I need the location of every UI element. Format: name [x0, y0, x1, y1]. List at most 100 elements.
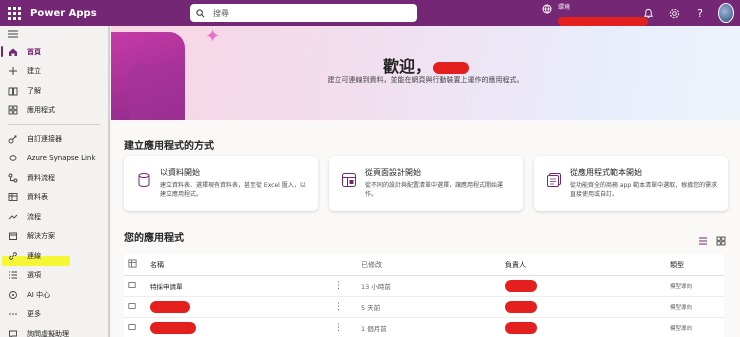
model-app-icon	[128, 281, 136, 291]
app-type: 模型導向	[670, 326, 693, 332]
more-actions-icon[interactable]: ⋮	[334, 281, 343, 291]
table-row[interactable]: 特採申請單 ⋮ 13 小時前 模型導向	[124, 276, 724, 297]
redacted-app-name[interactable]	[150, 301, 190, 313]
sidebar-item-label: 更多	[27, 310, 41, 319]
card-title: 從頁面設計開始	[365, 168, 421, 177]
help-icon[interactable]: ?	[692, 3, 708, 23]
link-icon	[8, 251, 18, 261]
grid-view-icon[interactable]	[716, 231, 726, 250]
card-title: 以資料開始	[160, 168, 200, 177]
main-content: ✦ 歡迎， 建立可連線到資料，並能在網頁與行動裝置上運作的應用程式。 建立應用程…	[111, 26, 740, 337]
synapse-icon	[8, 153, 18, 163]
table-row[interactable]: ⋮ 1 個月前 模型導向	[124, 318, 724, 337]
avatar[interactable]	[718, 3, 734, 23]
more-icon	[8, 309, 18, 319]
more-actions-icon[interactable]: ⋮	[334, 302, 343, 312]
column-header-owner[interactable]: 負責人	[505, 260, 526, 270]
model-app-icon	[128, 302, 136, 312]
sidebar-item-dataflows[interactable]: 資料流程	[0, 168, 108, 188]
column-header-type[interactable]: 類型	[670, 260, 684, 270]
app-type: 模型導向	[670, 284, 693, 290]
sparkle-icon: ✦	[205, 26, 221, 47]
dataflow-icon	[8, 173, 18, 183]
hamburger-icon[interactable]	[0, 26, 108, 42]
nav-divider	[8, 124, 100, 125]
page-design-icon	[342, 173, 356, 187]
app-modified: 13 小時前	[361, 283, 391, 291]
top-bar: Power Apps 搜尋 環境 ?	[0, 0, 740, 26]
sidebar-item-label: 流程	[27, 212, 41, 221]
sidebar-item-label: 連線	[27, 251, 41, 260]
redacted-owner	[505, 322, 537, 334]
sidebar-item-more[interactable]: 更多	[0, 305, 108, 325]
list-view-icon[interactable]	[698, 231, 708, 250]
database-icon	[138, 173, 150, 188]
sidebar-item-tables[interactable]: 資料表	[0, 188, 108, 208]
sidebar-item-learn[interactable]: 了解	[0, 81, 108, 101]
plus-icon	[8, 66, 18, 76]
sidebar-item-label: 資料表	[27, 193, 48, 202]
column-header-modified[interactable]: 已修改	[361, 260, 382, 270]
model-app-icon	[128, 323, 136, 333]
column-header-name[interactable]: 名稱	[150, 260, 164, 270]
sidebar-item-flows[interactable]: 流程	[0, 207, 108, 227]
environment-icon	[542, 4, 552, 14]
sidebar-item-label: 自訂連接器	[27, 134, 62, 143]
redacted-app-name[interactable]	[150, 322, 196, 334]
sidebar-item-label: Azure Synapse Link	[27, 154, 96, 163]
redacted-owner	[505, 280, 537, 292]
card-start-with-page-design[interactable]: 從頁面設計開始 從不同的設計與配置清單中選擇，讓應用程式開始運作。	[329, 156, 523, 211]
book-icon	[8, 86, 18, 96]
card-title: 從應用程式範本開始	[570, 168, 642, 177]
card-start-with-template[interactable]: 從應用程式範本開始 從功能齊全的商務 app 範本清單中選取，根據您的需求直接使…	[534, 156, 728, 211]
sidebar-item-label: 應用程式	[27, 106, 55, 115]
app-launcher-icon[interactable]	[6, 5, 22, 21]
template-icon	[547, 173, 561, 187]
sidebar-item-apps[interactable]: 應用程式	[0, 101, 108, 121]
section-title-build: 建立應用程式的方式	[124, 141, 214, 152]
sidebar-item-azure-synapse-link[interactable]: Azure Synapse Link	[0, 149, 108, 169]
solution-icon	[8, 231, 18, 241]
table-row[interactable]: ⋮ 5 天前 模型導向	[124, 297, 724, 318]
card-description: 從不同的設計與配置清單中選擇，讓應用程式開始運作。	[365, 182, 504, 198]
app-type-column-icon	[128, 259, 137, 270]
table-icon	[8, 192, 18, 202]
sidebar-item-create[interactable]: 建立	[0, 62, 108, 82]
left-nav: 首頁 建立 了解 應用程式 自訂連接器 Azure Synapse Link 資…	[0, 26, 110, 337]
apps-table: 名稱 已修改 負責人 類型 特採申請單 ⋮ 13 小時前 模型導向 ⋮ 5 天前…	[124, 254, 724, 337]
hero-banner: ✦ 歡迎， 建立可連線到資料，並能在網頁與行動裝置上運作的應用程式。	[111, 26, 740, 120]
card-start-with-data[interactable]: 以資料開始 建立資料表、選擇現有資料表，甚至從 Excel 匯入，以建立應用程式…	[124, 156, 318, 211]
sidebar-item-ask-virtual-agent[interactable]: 詢問虛擬助理	[0, 324, 108, 337]
app-name[interactable]: 特採申請單	[150, 281, 183, 291]
view-switcher	[698, 231, 726, 250]
search-icon	[196, 8, 205, 17]
sidebar-item-ai-hub[interactable]: AI 中心	[0, 285, 108, 305]
card-description: 建立資料表、選擇現有資料表，甚至從 Excel 匯入，以建立應用程式。	[160, 182, 306, 198]
ai-icon	[8, 290, 18, 300]
app-modified: 1 個月前	[361, 325, 387, 333]
section-title-your-apps: 您的應用程式	[124, 233, 184, 244]
sidebar-item-label: 建立	[27, 67, 41, 76]
brand-name[interactable]: Power Apps	[30, 8, 97, 19]
build-options: 以資料開始 建立資料表、選擇現有資料表，甚至從 Excel 匯入，以建立應用程式…	[124, 156, 728, 211]
welcome-text: 歡迎，	[383, 57, 432, 76]
search-box[interactable]: 搜尋	[190, 4, 417, 22]
redacted-owner	[505, 301, 537, 313]
table-header: 名稱 已修改 負責人 類型	[124, 254, 724, 276]
sidebar-item-label: 詢問虛擬助理	[27, 329, 69, 337]
sidebar-item-home[interactable]: 首頁	[0, 42, 108, 62]
welcome-title: 歡迎，	[383, 53, 470, 77]
bell-icon[interactable]	[640, 3, 656, 23]
sidebar-item-solutions[interactable]: 解決方案	[0, 227, 108, 247]
sidebar-item-options[interactable]: 選項	[0, 266, 108, 286]
home-icon	[8, 47, 18, 57]
sidebar-item-connections[interactable]: 連線	[0, 246, 108, 266]
app-modified: 5 天前	[361, 304, 381, 312]
sidebar-item-label: 選項	[27, 271, 41, 280]
more-actions-icon[interactable]: ⋮	[334, 323, 343, 333]
app-type: 模型導向	[670, 305, 693, 311]
flow-icon	[8, 212, 18, 222]
sidebar-item-custom-connectors[interactable]: 自訂連接器	[0, 129, 108, 149]
options-icon	[8, 270, 18, 280]
gear-icon[interactable]	[666, 3, 682, 23]
